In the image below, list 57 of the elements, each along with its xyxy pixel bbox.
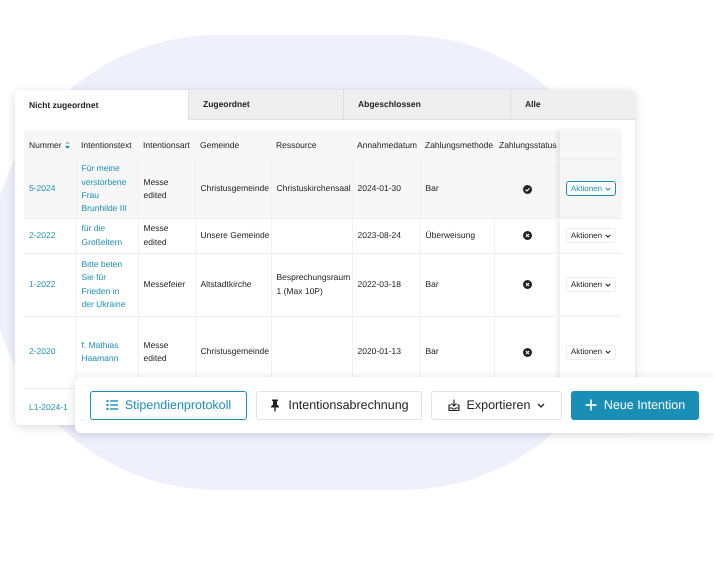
- chevron-down-icon: [605, 234, 612, 238]
- chevron-down-icon: [537, 402, 546, 408]
- column-header: Ressource: [276, 140, 317, 150]
- table-cell: Unsere Gemeinde: [200, 230, 270, 240]
- export-dropdown[interactable]: Exportieren: [431, 390, 562, 420]
- pin-icon: [269, 398, 282, 412]
- table-cell: Bar: [426, 346, 439, 356]
- table-cell: Bar: [426, 278, 439, 289]
- table-cell: Messe edited: [144, 223, 169, 246]
- table-cell: 2024-01-30: [358, 183, 401, 194]
- table-cell: Messe edited: [144, 176, 169, 200]
- number-link[interactable]: 2-2022: [29, 228, 70, 242]
- intention-link[interactable]: Bitte beten Sie für Frieden in der Ukraine: [82, 258, 132, 311]
- number-link[interactable]: 1-2022: [29, 278, 70, 292]
- table-cell: 2022-03-18: [358, 278, 401, 289]
- intention-link[interactable]: Für meine verstorbene Frau Brunhilde III: [82, 162, 132, 216]
- tab[interactable]: Zugeordnet: [188, 90, 343, 120]
- chevron-down-icon: [605, 282, 612, 286]
- column-header: Zahlungsstatus: [499, 140, 557, 150]
- table-cell: Überweisung: [426, 230, 476, 240]
- intention-link[interactable]: für die Großeltern: [82, 222, 132, 249]
- tab[interactable]: Nicht zugeordnet: [15, 90, 188, 120]
- table-cell: Christusgemeinde: [200, 183, 270, 194]
- actions-dropdown[interactable]: Aktionen: [566, 228, 616, 243]
- column-header: Annahmedatum: [357, 140, 418, 150]
- new-intention-button[interactable]: Neue Intention: [571, 390, 699, 420]
- actions-dropdown[interactable]: Aktionen: [566, 277, 616, 292]
- table-cell: Bar: [426, 183, 439, 194]
- intention-link[interactable]: f. Mathias Haamann: [82, 338, 132, 366]
- table-cell: Christusgemeinde: [200, 346, 270, 356]
- table-cell: Altstadtkirche: [200, 278, 252, 289]
- table-cell: Besprechungsraum 1 (Max 10P): [276, 272, 350, 296]
- chevron-down-icon: [605, 350, 612, 354]
- sort-icon[interactable]: [64, 141, 70, 150]
- table-cell: Messe edited: [144, 340, 169, 363]
- toolbar-button[interactable]: Stipendienprotokoll: [90, 390, 247, 420]
- column-header: Intentionsart: [143, 140, 190, 150]
- column-header: Intentionstext: [81, 140, 132, 150]
- tab[interactable]: Abgeschlossen: [343, 90, 510, 120]
- table-cell: Messefeier: [144, 278, 186, 289]
- column-header: Nummer: [29, 140, 62, 150]
- number-link[interactable]: 5-2024: [29, 182, 70, 196]
- chevron-down-icon: [605, 186, 612, 191]
- table-cell: Christuskirchensaal: [276, 183, 351, 194]
- column-header: Gemeinde: [200, 140, 240, 150]
- column-header: Zahlungsmethode: [425, 140, 494, 150]
- actions-dropdown[interactable]: Aktionen: [566, 181, 616, 196]
- table-cell: 2020-01-13: [358, 346, 401, 356]
- actions-dropdown[interactable]: Aktionen: [566, 344, 616, 360]
- download-tray-icon: [448, 398, 460, 412]
- number-link[interactable]: L1-2024-1: [29, 401, 70, 415]
- tab[interactable]: Alle: [510, 90, 635, 120]
- toolbar-button[interactable]: Intentionsabrechnung: [256, 390, 422, 420]
- number-link[interactable]: 2-2020: [29, 345, 70, 359]
- list-icon: [106, 398, 118, 412]
- table-cell: 2023-08-24: [358, 230, 401, 240]
- plus-icon: [584, 398, 597, 412]
